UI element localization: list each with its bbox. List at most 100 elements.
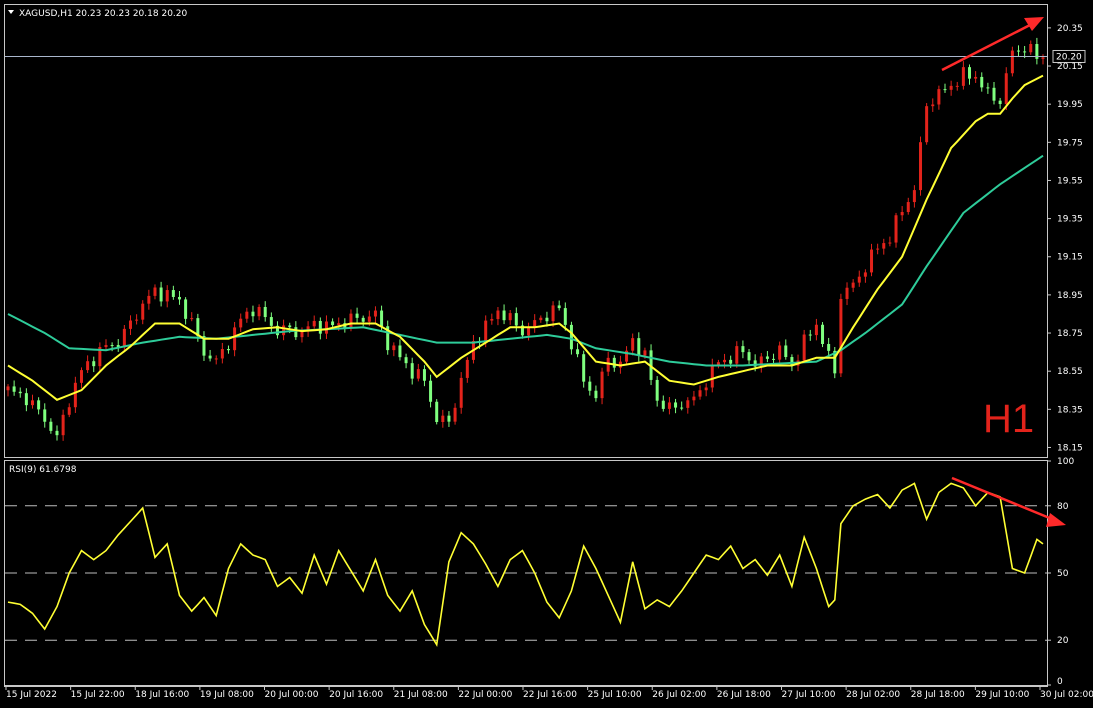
candle-body	[863, 272, 867, 277]
candle-body	[606, 357, 610, 372]
candle-body	[839, 298, 843, 374]
candle-body	[545, 317, 549, 322]
candle-body	[165, 290, 169, 302]
candle-body	[410, 363, 414, 379]
candle-body	[851, 282, 855, 288]
ma-fast-line	[7, 74, 1044, 401]
time-tick-label: 20 Jul 16:00	[329, 690, 383, 700]
candle-body	[533, 320, 537, 327]
time-tick-label: 15 Jul 22:00	[71, 690, 125, 700]
time-tick-label: 22 Jul 16:00	[523, 690, 577, 700]
time-tick-label: 21 Jul 08:00	[394, 690, 448, 700]
candle-body	[6, 386, 10, 391]
candle-body	[153, 287, 157, 296]
price-tick-label: 18.75	[1057, 329, 1083, 339]
candle-body	[282, 325, 286, 336]
candle-body	[937, 89, 941, 105]
candle-body	[79, 370, 83, 383]
candle-body	[900, 212, 904, 216]
candle-body	[331, 321, 335, 326]
timeframe-label: H1	[983, 397, 1034, 441]
candle-body	[441, 415, 445, 422]
rsi-trend-arrow-shaft	[951, 476, 1053, 521]
candle-body	[496, 310, 500, 320]
candle-body	[1041, 57, 1045, 59]
candle-body	[704, 387, 708, 391]
candle-body	[765, 356, 769, 359]
candle-body	[612, 357, 616, 368]
candle-body	[226, 349, 230, 351]
candle-body	[563, 308, 567, 325]
candle-body	[453, 407, 457, 422]
candle-body	[373, 310, 377, 317]
candle-body	[128, 320, 132, 329]
candle-body	[61, 414, 65, 436]
candle-body	[882, 243, 886, 249]
candle-body	[12, 386, 16, 392]
time-tick-label: 30 Jul 02:00	[1040, 690, 1093, 700]
time-tick-label: 20 Jul 00:00	[265, 690, 319, 700]
price-tick-label: 19.75	[1057, 138, 1083, 148]
candle-body	[257, 306, 261, 317]
candle-body	[398, 345, 402, 358]
candle-body	[122, 328, 126, 348]
time-tick-label: 19 Jul 08:00	[200, 690, 254, 700]
rsi-axis: 100 80 50 20 0	[1047, 457, 1074, 687]
candle-body	[894, 215, 898, 243]
candle-body	[735, 346, 739, 364]
candle-body	[361, 317, 365, 322]
candle-body	[888, 242, 892, 244]
candle-body	[159, 287, 163, 302]
candle-body	[643, 350, 647, 356]
price-tick-label: 20.35	[1057, 24, 1083, 34]
candle-body	[674, 402, 678, 408]
candle-body	[870, 249, 874, 273]
price-tick-label: 19.35	[1057, 215, 1083, 225]
candle-body	[30, 400, 34, 406]
candle-body	[655, 379, 659, 401]
candle-body	[190, 318, 194, 320]
candle-body	[582, 354, 586, 382]
rsi-tick-label: 0	[1057, 677, 1063, 687]
candle-body	[661, 400, 665, 409]
candle-body	[380, 310, 384, 327]
candle-body	[55, 430, 59, 436]
candle-body	[447, 415, 451, 422]
candle-body	[324, 321, 328, 334]
rsi-level-lines	[5, 505, 1047, 641]
price-tick-label: 19.95	[1057, 100, 1083, 110]
candle-body	[404, 357, 408, 364]
candle-body	[637, 338, 641, 356]
candle-body	[171, 290, 175, 297]
candle-body	[177, 296, 181, 300]
collapse-triangle-icon[interactable]	[8, 10, 14, 14]
candle-body	[931, 104, 935, 107]
candle-body	[484, 320, 488, 343]
candle-body	[251, 311, 255, 317]
time-tick-label: 22 Jul 00:00	[458, 690, 512, 700]
candle-body	[919, 142, 923, 191]
ma-slow-line	[7, 154, 1044, 367]
candle-body	[551, 305, 555, 322]
symbol-header: XAGUSD,H1 20.23 20.23 20.18 20.20	[19, 9, 188, 19]
candle-body	[741, 346, 745, 353]
candle-body	[802, 334, 806, 361]
time-tick-label: 28 Jul 18:00	[911, 690, 965, 700]
candle-body	[312, 320, 316, 327]
price-tick-label: 18.35	[1057, 405, 1083, 415]
rsi-tick-label: 50	[1057, 569, 1069, 579]
price-tick-label: 18.55	[1057, 367, 1083, 377]
candle-body	[600, 371, 604, 399]
candle-body	[110, 345, 114, 347]
time-tick-label: 15 Jul 2022	[6, 690, 57, 700]
candle-body	[184, 299, 188, 319]
candle-body	[949, 85, 953, 90]
candle-body	[18, 391, 22, 394]
candle-body	[104, 345, 108, 348]
candle-body	[208, 355, 212, 359]
price-tick-label: 18.15	[1057, 443, 1083, 453]
candle-body	[43, 409, 47, 422]
candle-body	[698, 390, 702, 397]
candle-body	[86, 361, 90, 371]
candle-body	[24, 393, 28, 406]
